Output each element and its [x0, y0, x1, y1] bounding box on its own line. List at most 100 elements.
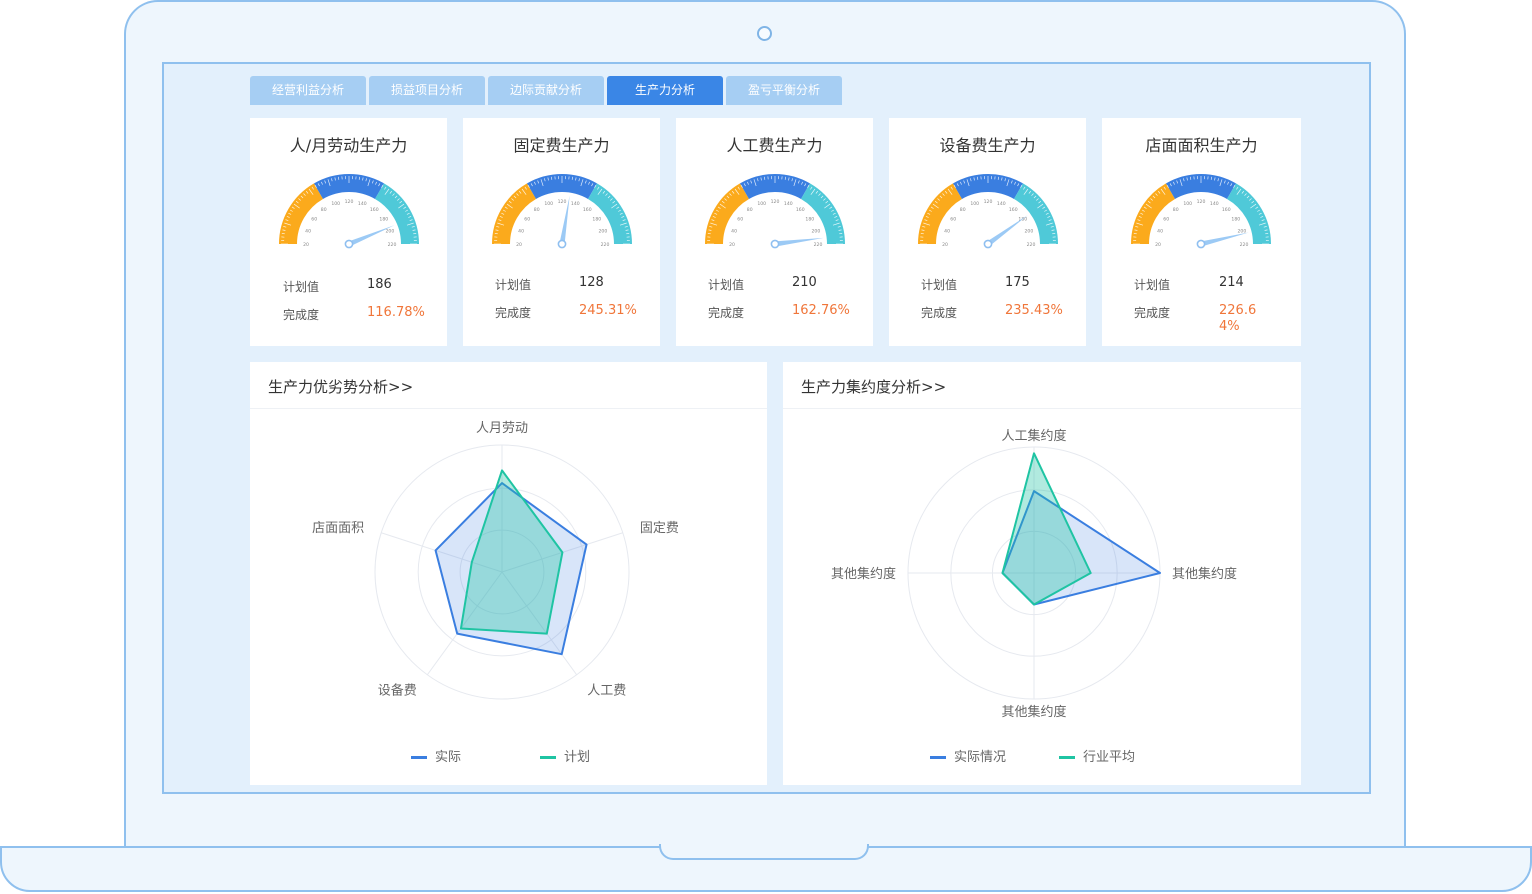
gauge-pivot	[1196, 239, 1206, 249]
legend-swatch	[540, 756, 556, 759]
gauge-tick-label: 220	[814, 242, 823, 248]
gauge-band	[953, 174, 1023, 200]
radar-indicator-label: 人工费	[587, 683, 626, 698]
gauge-tick-label: 100	[970, 201, 979, 207]
gauge-tick-label: 200	[1025, 229, 1034, 235]
gauge-tick-label: 140	[784, 201, 793, 207]
gauge-tick-label: 100	[544, 201, 553, 207]
radar-chart: 人月劳动固定费人工费 设备费 店面面积	[312, 420, 679, 700]
gauge-tick-label: 200	[812, 229, 821, 235]
radar-indicator-label: 人月劳动	[476, 420, 528, 436]
kpi-title: 设备费生产力	[939, 136, 1036, 155]
legend-label: 实际	[435, 750, 462, 765]
gauge-tick-label: 200	[599, 229, 608, 235]
plan-label: 计划值	[708, 278, 745, 292]
panel-title[interactable]: 生产力优劣势分析>>	[268, 376, 413, 397]
gauge-tick-label: 220	[1240, 242, 1249, 248]
legend-swatch	[930, 756, 946, 759]
gauge-tick-label: 120	[771, 199, 780, 205]
tab-productivity[interactable]: 生产力分析	[607, 76, 723, 105]
radar-indicator-label: 其他集约度	[1172, 566, 1237, 582]
gauge-tick-label: 80	[747, 207, 753, 213]
productivity-intensity-panel: 生产力集约度分析>> 人工集约度 其他集约度 其他集约度 其他集约度 实际情况 行业平…	[783, 362, 1301, 785]
gauge-chart: 20406080100 120 140160180200220	[705, 174, 845, 249]
tab-operating-profit[interactable]: 经营利益分析	[250, 76, 366, 105]
legend-item-industry-average[interactable]: 行业平均	[1059, 746, 1135, 765]
gauge-tick-label: 220	[601, 242, 610, 248]
completion-label: 完成度	[495, 306, 532, 320]
gauge-tick-label: 180	[1018, 217, 1027, 223]
tab-profit-loss-items[interactable]: 损益项目分析	[369, 76, 485, 105]
legend-swatch	[411, 756, 427, 759]
radar-series-1[interactable]	[459, 469, 564, 635]
gauge-pivot	[557, 239, 567, 249]
radar-indicator-label: 其他集约度	[831, 566, 896, 582]
gauge-tick-label: 160	[583, 207, 592, 213]
gauge-chart: 20406080100 120 140160180200220	[279, 174, 419, 249]
completion-value: 245.31%	[579, 303, 637, 318]
gauge-chart: 20406080100 120 140160180200220	[492, 174, 632, 249]
kpi-card: 人/月劳动生产力 20 40 60 80 100 120 140 160 180 200 220 计…	[250, 118, 447, 346]
gauge-band	[740, 174, 810, 200]
camera-icon	[757, 26, 772, 41]
plan-label: 计划值	[283, 280, 320, 294]
tab-break-even[interactable]: 盈亏平衡分析	[726, 76, 842, 105]
legend-item-actual-situation[interactable]: 实际情况	[930, 746, 1006, 765]
tab-marginal-contribution[interactable]: 边际贡献分析	[488, 76, 604, 105]
gauge-tick-label: 140	[571, 201, 580, 207]
gauge-tick-label: 140	[1210, 201, 1219, 207]
legend-item-actual[interactable]: 实际	[411, 746, 461, 765]
gauge-tick-label: 220	[388, 242, 397, 248]
kpi-title: 人工费生产力	[726, 136, 823, 155]
plan-value: 210	[792, 275, 817, 290]
plan-value: 186	[367, 277, 392, 292]
radar-chart: 人工集约度其他集约度其他集约度其他集约度	[831, 428, 1237, 720]
kpi-card: 店面面积生产力 20 40 60 80 100 120 140 160 180 200 220 计划…	[1102, 118, 1301, 346]
legend-item-plan[interactable]: 计划	[540, 746, 590, 765]
gauge-tick-label: 160	[370, 207, 379, 213]
plan-value: 175	[1005, 275, 1030, 290]
completion-value: 162.76%	[792, 303, 850, 318]
gauge-tick-label: 80	[1173, 207, 1179, 213]
plan-value: 128	[579, 275, 604, 290]
gauge-tick-label: 20	[516, 242, 522, 248]
gauge-tick-label: 60	[311, 217, 317, 223]
completion-label: 完成度	[921, 306, 958, 320]
legend-swatch	[1059, 756, 1075, 759]
legend-label: 实际情况	[954, 750, 1007, 765]
gauge-tick-label: 180	[379, 217, 388, 223]
gauge-tick-label: 60	[1163, 217, 1169, 223]
gauge-tick-label: 20	[729, 242, 735, 248]
gauge-tick-label: 140	[358, 201, 367, 207]
completion-label: 完成度	[708, 306, 745, 320]
gauge-tick-label: 100	[1183, 201, 1192, 207]
gauge-tick-label: 20	[303, 242, 309, 248]
panel-title[interactable]: 生产力集约度分析>>	[801, 376, 946, 397]
gauge-pivot	[770, 239, 780, 249]
gauge-tick-label: 100	[331, 201, 340, 207]
gauge-tick-label: 60	[524, 217, 530, 223]
completion-value: 226.64%	[1219, 303, 1257, 334]
plan-label: 计划值	[495, 278, 532, 292]
plan-value: 214	[1219, 275, 1244, 290]
gauge-tick-label: 120	[558, 199, 567, 205]
laptop-notch	[659, 844, 869, 860]
radar-indicator-label: 固定费	[640, 521, 679, 536]
kpi-title: 固定费生产力	[513, 136, 610, 155]
gauge-pivot	[983, 239, 993, 249]
gauge-tick-label: 40	[731, 229, 737, 235]
gauge-tick-label: 100	[757, 201, 766, 207]
gauge-band	[314, 174, 384, 200]
gauge-chart: 20406080100 120 140160180200220	[1131, 174, 1271, 249]
plan-label: 计划值	[1134, 278, 1171, 292]
gauge-tick-label: 20	[942, 242, 948, 248]
gauge-tick-label: 40	[1157, 229, 1163, 235]
gauge-tick-label: 160	[1222, 207, 1231, 213]
legend-label: 计划	[564, 750, 591, 765]
gauge-tick-label: 120	[345, 199, 354, 205]
gauge-tick-label: 40	[305, 229, 311, 235]
gauge-tick-label: 180	[805, 217, 814, 223]
gauge-tick-label: 180	[592, 217, 601, 223]
plan-label: 计划值	[921, 278, 958, 292]
gauge-band	[1166, 174, 1236, 200]
